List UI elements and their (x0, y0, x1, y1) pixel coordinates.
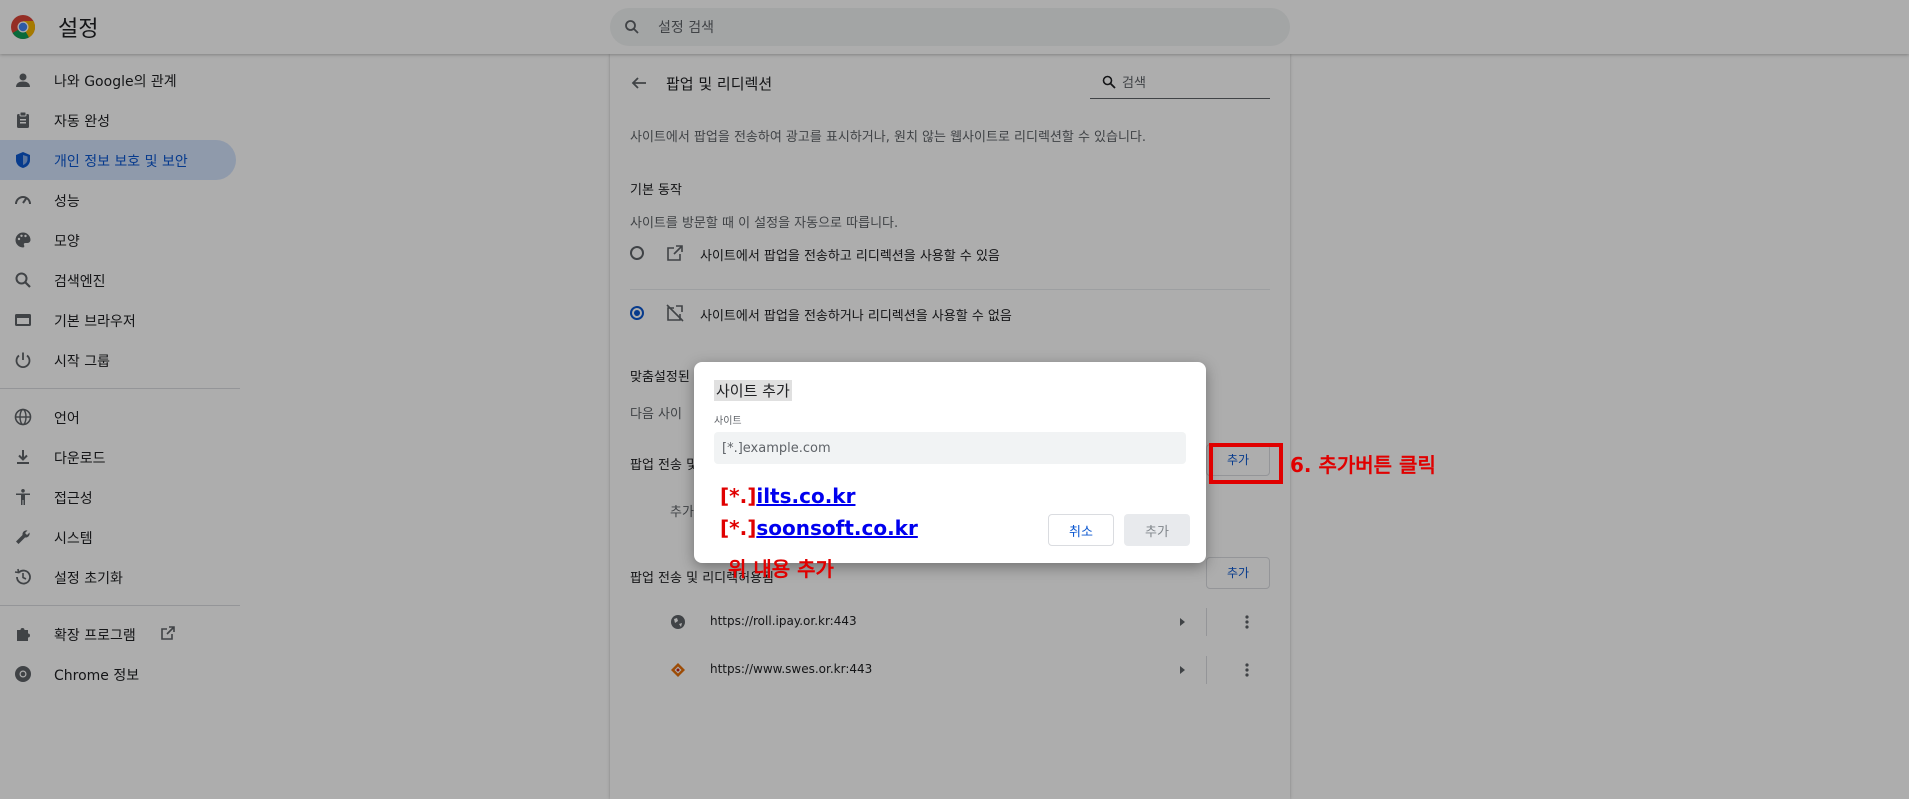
dialog-title: 사이트 추가 (714, 380, 792, 401)
annotation-step: 6. 추가버튼 클릭 (1290, 453, 1436, 477)
annotation-prefix: [*.] (720, 484, 757, 508)
annotation-link-2[interactable]: soonsoft.co.kr (756, 516, 917, 540)
annotation-prefix: [*.] (720, 516, 757, 540)
annotation-note: 위 내용 추가 (728, 557, 834, 581)
site-field-label: 사이트 (714, 416, 742, 427)
site-input[interactable] (714, 432, 1186, 464)
annotation-domain-1: [*.]ilts.co.kr (720, 484, 855, 508)
add-button[interactable]: 추가 (1124, 514, 1190, 546)
annotation-link-1[interactable]: ilts.co.kr (756, 484, 855, 508)
annotation-highlight-box (1209, 443, 1283, 484)
annotation-domain-2: [*.]soonsoft.co.kr (720, 516, 918, 540)
cancel-button[interactable]: 취소 (1048, 514, 1114, 546)
